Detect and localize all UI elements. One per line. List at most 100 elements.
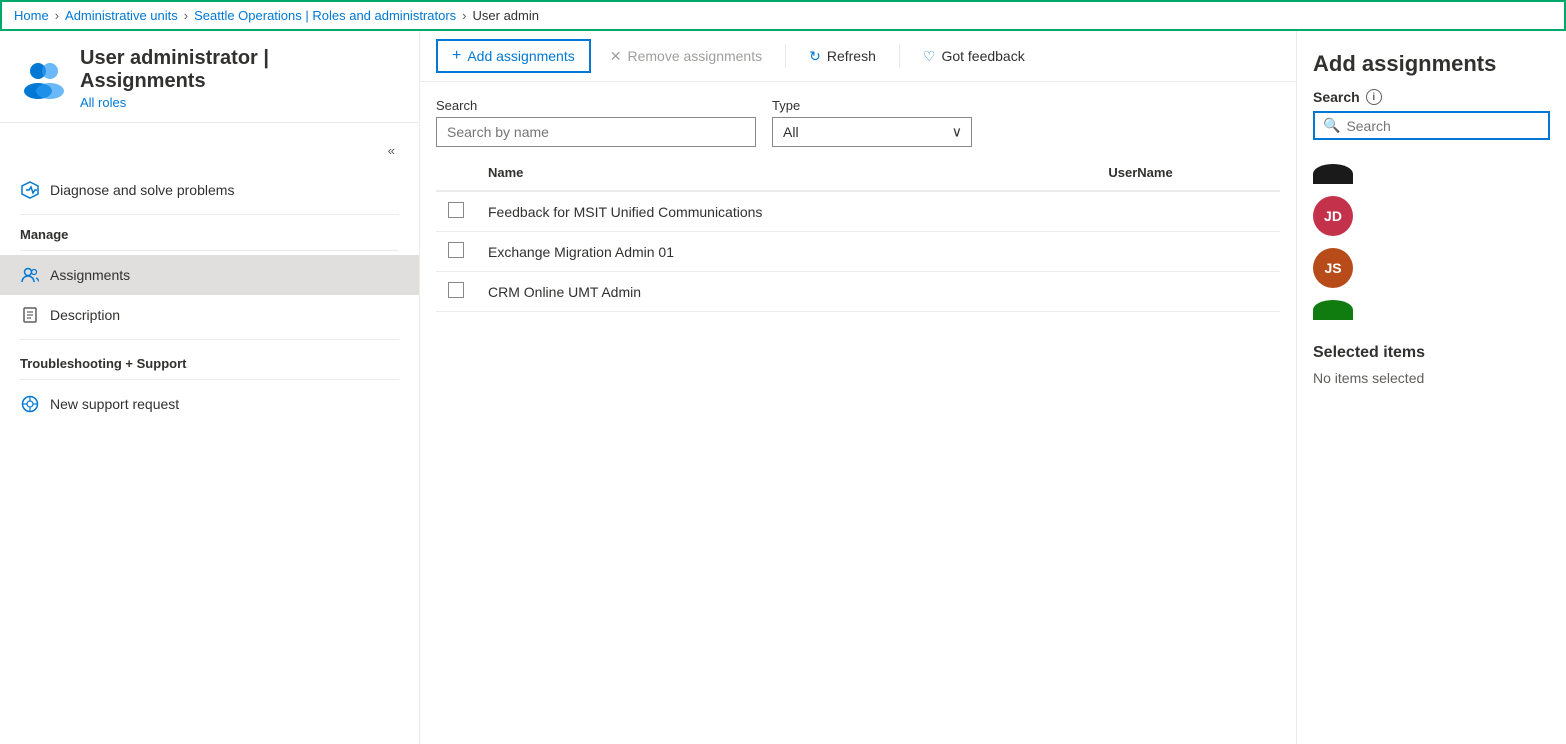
- diagnose-icon: [20, 180, 40, 200]
- row-username-0: [1096, 191, 1280, 232]
- support-label: New support request: [50, 396, 179, 412]
- row-checkbox-1[interactable]: [448, 242, 464, 258]
- refresh-icon: ↻: [809, 48, 821, 65]
- users-icon: [20, 265, 40, 285]
- nav-divider-3: [20, 339, 399, 340]
- table-row[interactable]: Exchange Migration Admin 01: [436, 232, 1280, 272]
- breadcrumb-sep-3: ›: [462, 8, 466, 23]
- row-username-2: [1096, 272, 1280, 312]
- sidebar-item-diagnose[interactable]: Diagnose and solve problems: [0, 170, 419, 210]
- toolbar-sep-1: [785, 44, 786, 68]
- sidebar-item-support[interactable]: New support request: [0, 384, 419, 424]
- page-header: User administrator | Assignments All rol…: [0, 31, 419, 123]
- table-row[interactable]: CRM Online UMT Admin: [436, 272, 1280, 312]
- right-panel-title: Add assignments: [1313, 51, 1550, 77]
- feedback-button[interactable]: ♡ Got feedback: [908, 41, 1040, 72]
- breadcrumb-admin-units[interactable]: Administrative units: [65, 8, 178, 23]
- assignments-label: Assignments: [50, 267, 130, 283]
- content-area: + Add assignments ✕ Remove assignments ↻…: [420, 31, 1296, 744]
- filter-area: Search Type All User Group Service Princ…: [420, 82, 1296, 155]
- refresh-button[interactable]: ↻ Refresh: [794, 41, 891, 72]
- page-header-text: User administrator | Assignments All rol…: [80, 47, 399, 110]
- selected-section: Selected items No items selected: [1297, 332, 1566, 398]
- right-panel: Add assignments Search i 🔍 JD: [1296, 31, 1566, 744]
- avatar-list: JD JS: [1297, 152, 1566, 332]
- avatar-jd-initials: JD: [1324, 208, 1342, 224]
- avatar-jd: JD: [1313, 196, 1353, 236]
- search-input-wrapper: 🔍: [1313, 111, 1550, 140]
- search-magnifier-icon: 🔍: [1323, 117, 1340, 134]
- add-icon: +: [452, 47, 461, 65]
- description-label: Description: [50, 307, 120, 323]
- search-filter-label: Search: [436, 98, 756, 113]
- nav-divider-4: [20, 379, 399, 380]
- search-section-label: Search i: [1313, 89, 1550, 105]
- breadcrumb-home[interactable]: Home: [14, 8, 49, 23]
- right-panel-search-input[interactable]: [1346, 118, 1540, 134]
- avatar-item-js[interactable]: JS: [1313, 244, 1550, 292]
- type-select[interactable]: All User Group Service Principal: [772, 117, 972, 147]
- table-area: Name UserName Feedback for MSIT Unified …: [420, 155, 1296, 744]
- breadcrumb-seattle-ops[interactable]: Seattle Operations | Roles and administr…: [194, 8, 456, 23]
- breadcrumb-sep-1: ›: [55, 8, 59, 23]
- row-checkbox-cell: [436, 191, 476, 232]
- type-filter-group: Type All User Group Service Principal ∨: [772, 98, 972, 147]
- nav-divider-1: [20, 214, 399, 215]
- toolbar: + Add assignments ✕ Remove assignments ↻…: [420, 31, 1296, 82]
- manage-section-label: Manage: [0, 219, 419, 246]
- assignments-table: Name UserName Feedback for MSIT Unified …: [436, 155, 1280, 312]
- heart-icon: ♡: [923, 48, 936, 65]
- selected-items-label: Selected items: [1313, 344, 1550, 362]
- remove-label: Remove assignments: [627, 48, 762, 64]
- search-input[interactable]: [436, 117, 756, 147]
- page-header-icon: [20, 55, 68, 103]
- avatar-item-jd[interactable]: JD: [1313, 192, 1550, 240]
- type-select-wrapper: All User Group Service Principal ∨: [772, 117, 972, 147]
- table-header-checkbox: [436, 155, 476, 191]
- add-label: Add assignments: [467, 48, 574, 64]
- search-label-text: Search: [1313, 89, 1360, 105]
- table-header-name: Name: [476, 155, 1096, 191]
- row-checkbox-0[interactable]: [448, 202, 464, 218]
- avatar-js: JS: [1313, 248, 1353, 288]
- sidebar-item-description[interactable]: Description: [0, 295, 419, 335]
- avatar-top: [1313, 164, 1353, 184]
- search-filter-group: Search: [436, 98, 756, 147]
- row-checkbox-cell: [436, 232, 476, 272]
- row-name-0: Feedback for MSIT Unified Communications: [476, 191, 1096, 232]
- row-name-1: Exchange Migration Admin 01: [476, 232, 1096, 272]
- add-assignments-button[interactable]: + Add assignments: [436, 39, 591, 73]
- row-username-1: [1096, 232, 1280, 272]
- remove-assignments-button[interactable]: ✕ Remove assignments: [595, 41, 777, 72]
- toolbar-sep-2: [899, 44, 900, 68]
- refresh-label: Refresh: [827, 48, 876, 64]
- avatar-item-top[interactable]: [1313, 160, 1550, 188]
- sidebar-nav: « Diagnose and solve problems Manage: [0, 123, 419, 432]
- breadcrumb: Home › Administrative units › Seattle Op…: [0, 0, 1566, 31]
- collapse-button[interactable]: «: [376, 135, 407, 166]
- breadcrumb-current: User admin: [473, 8, 539, 23]
- description-icon: [20, 305, 40, 325]
- remove-icon: ✕: [610, 48, 622, 65]
- page-title: User administrator | Assignments: [80, 47, 399, 93]
- table-row[interactable]: Feedback for MSIT Unified Communications: [436, 191, 1280, 232]
- row-checkbox-cell: [436, 272, 476, 312]
- search-section: Search i 🔍: [1297, 89, 1566, 152]
- page-subtitle: All roles: [80, 95, 399, 110]
- right-panel-header: Add assignments: [1297, 31, 1566, 89]
- feedback-label: Got feedback: [941, 48, 1024, 64]
- avatar-item-bottom[interactable]: [1313, 296, 1550, 324]
- row-name-2: CRM Online UMT Admin: [476, 272, 1096, 312]
- diagnose-label: Diagnose and solve problems: [50, 182, 234, 198]
- row-checkbox-2[interactable]: [448, 282, 464, 298]
- troubleshooting-section-label: Troubleshooting + Support: [0, 344, 419, 375]
- avatar-js-initials: JS: [1324, 260, 1341, 276]
- nav-divider-2: [20, 250, 399, 251]
- info-icon[interactable]: i: [1366, 89, 1382, 105]
- table-header-username: UserName: [1096, 155, 1280, 191]
- no-items-text: No items selected: [1313, 370, 1550, 386]
- sidebar: User administrator | Assignments All rol…: [0, 31, 420, 744]
- support-icon: [20, 394, 40, 414]
- breadcrumb-sep-2: ›: [184, 8, 188, 23]
- sidebar-item-assignments[interactable]: Assignments: [0, 255, 419, 295]
